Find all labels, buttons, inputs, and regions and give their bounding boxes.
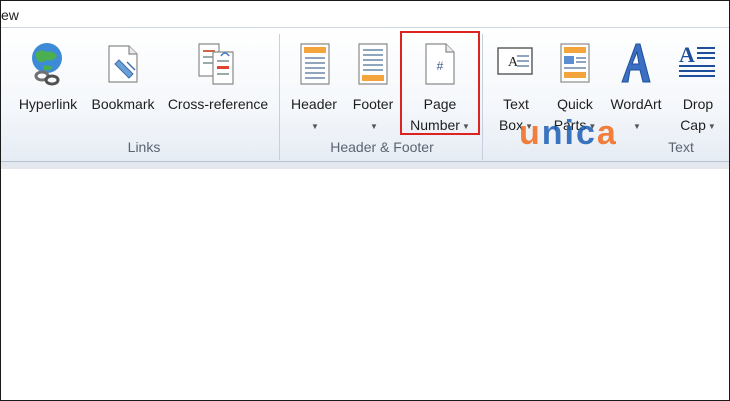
cross-reference-label: Cross-reference (167, 96, 269, 112)
drop-cap-label-line1: Drop (682, 96, 714, 112)
drop-cap-dropdown-arrow: ▼ (707, 121, 716, 131)
cross-reference-button[interactable]: Cross-reference (161, 28, 275, 138)
globe-link-icon (32, 43, 62, 86)
group-divider (482, 34, 483, 160)
bookmark-button[interactable]: Bookmark (87, 28, 159, 138)
footer-icon (358, 43, 388, 85)
text-box-icon: A (497, 47, 533, 75)
text-box-label-line1: Text (503, 96, 529, 112)
svg-text:A: A (679, 42, 695, 67)
document-area[interactable] (1, 169, 729, 400)
ribbon-insert: Hyperlink Bookmark Cross-reference Links… (1, 27, 729, 162)
header-label-text: Header (291, 96, 337, 112)
bookmark-icon (108, 45, 138, 83)
header-label: Header ▼ (285, 94, 343, 137)
quick-parts-icon (560, 43, 590, 83)
svg-text:A: A (508, 55, 519, 70)
hyperlink-button[interactable]: Hyperlink (11, 28, 85, 138)
page-number-highlight-box (400, 31, 480, 135)
header-footer-group-label: Header & Footer (330, 139, 434, 155)
drop-cap-label-line2: Cap ▼ (669, 115, 727, 137)
links-group-label: Links (127, 139, 161, 155)
drop-cap-icon: A (679, 42, 715, 77)
header-dropdown-arrow: ▼ (311, 121, 319, 131)
ribbon-tab-strip: ew (1, 1, 729, 27)
group-divider (279, 34, 280, 160)
wordart-icon (621, 43, 651, 83)
drop-cap-label: Drop Cap ▼ (669, 94, 727, 137)
unica-watermark-logo: unica (519, 114, 618, 152)
quick-parts-label-line1: Quick (557, 96, 593, 112)
footer-label-text: Footer (352, 96, 394, 112)
header-button[interactable]: Header ▼ (285, 28, 343, 138)
footer-dropdown-arrow: ▼ (370, 121, 378, 131)
cross-reference-icon (198, 43, 234, 85)
window-frame: ew Hyperlink Bookmark Cross-reference Li… (0, 0, 730, 401)
hyperlink-label: Hyperlink (18, 96, 78, 112)
header-icon (300, 43, 330, 85)
footer-label: Footer ▼ (345, 94, 401, 137)
drop-cap-button[interactable]: A Drop Cap ▼ (669, 28, 727, 138)
drop-cap-label-text: Cap (680, 117, 706, 133)
text-group-label: Text (668, 139, 694, 155)
view-tab-partial[interactable]: ew (1, 7, 19, 23)
wordart-label-text: WordArt (610, 96, 662, 112)
footer-button[interactable]: Footer ▼ (345, 28, 401, 138)
bookmark-label: Bookmark (91, 96, 155, 112)
